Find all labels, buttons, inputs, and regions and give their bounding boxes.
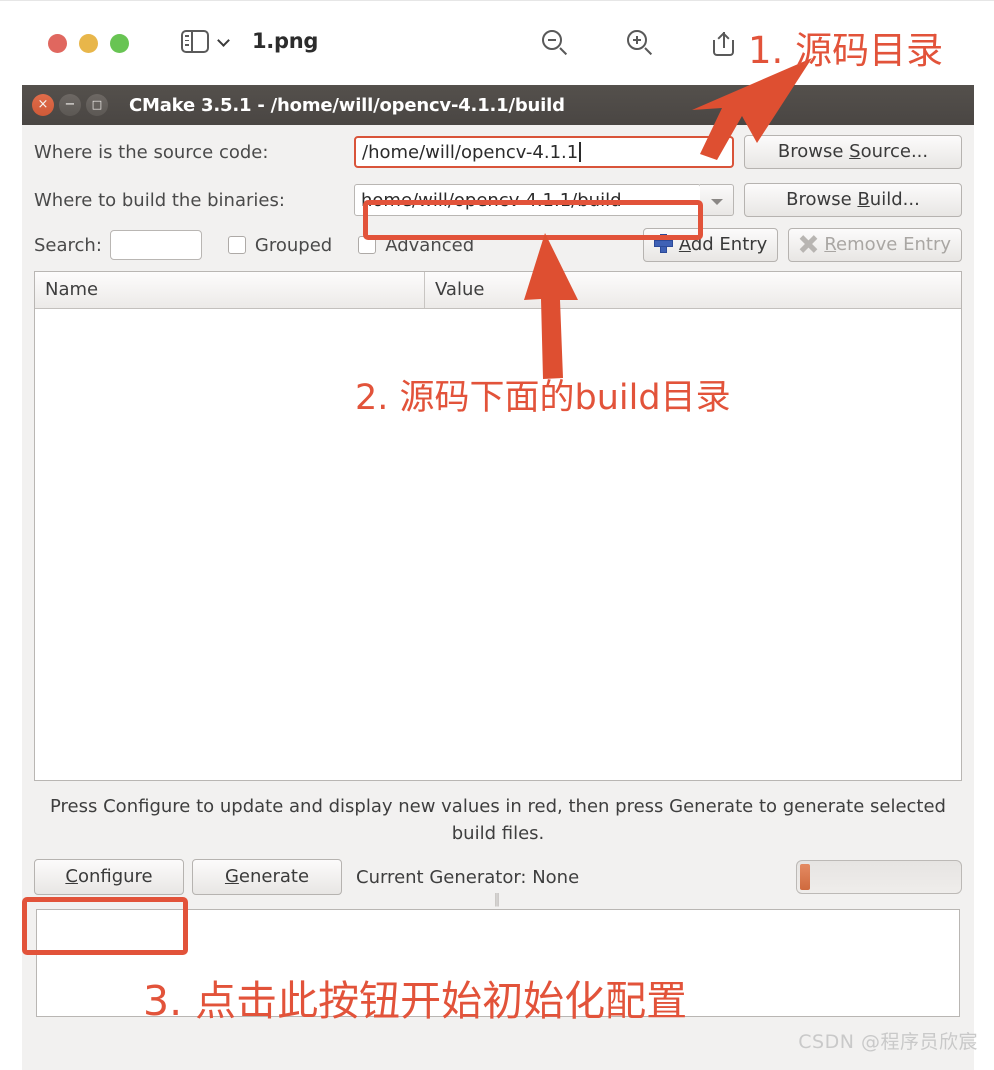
cmake-window-title: CMake 3.5.1 - /home/will/opencv-4.1.1/bu… [129, 94, 565, 116]
build-path-row: Where to build the binaries: home/will/o… [34, 179, 962, 221]
advanced-label: Advanced [385, 234, 475, 256]
configure-label: onfigure [77, 866, 153, 887]
window-maximize-glyph: □ [91, 98, 103, 111]
browse-build-label-pre: Browse [786, 189, 858, 210]
share-shape [713, 31, 734, 56]
source-path-row: Where is the source code: /home/will/ope… [34, 131, 962, 173]
build-path-label: Where to build the binaries: [34, 189, 285, 211]
generate-label: enerate [238, 866, 310, 887]
cmake-body: Where is the source code: /home/will/ope… [22, 131, 974, 909]
configure-button[interactable]: Configure [34, 859, 184, 895]
browse-build-mnemonic: B [857, 189, 870, 210]
magnifier-shape [542, 30, 562, 50]
x-icon [799, 235, 817, 253]
plus-icon [653, 234, 673, 253]
remove-entry-button[interactable]: Remove Entry [788, 228, 962, 262]
window-maximize-button[interactable]: □ [86, 94, 108, 116]
window-close-button[interactable]: × [32, 94, 54, 116]
zoom-out-icon[interactable] [540, 28, 572, 60]
output-log-pane[interactable] [36, 909, 960, 1017]
window-close-glyph: × [37, 97, 49, 112]
generate-button[interactable]: Generate [192, 859, 342, 895]
close-dot-icon[interactable] [48, 34, 67, 53]
search-input[interactable] [109, 230, 202, 260]
magnifier-shape [627, 30, 647, 50]
csdn-watermark: CSDN @程序员欣宸 [798, 1031, 978, 1053]
build-path-dropdown-icon[interactable] [700, 184, 734, 216]
browse-source-label-pre: Browse [777, 141, 850, 162]
sidebar-ticks [185, 35, 189, 49]
zoom-dot-icon[interactable] [110, 34, 129, 53]
search-toolbar-row: Search: Grouped Advanced Add Entry Remov… [34, 225, 962, 265]
source-path-input[interactable]: /home/will/opencv-4.1.1 [354, 136, 734, 168]
share-icon[interactable] [708, 28, 740, 60]
generate-mnemonic: G [224, 866, 239, 887]
build-path-value: home/will/opencv-4.1.1/build [361, 189, 622, 211]
add-entry-label: dd Entry [690, 234, 768, 255]
grouped-checkbox[interactable] [227, 236, 246, 254]
advanced-checkbox[interactable] [358, 236, 377, 254]
column-header-name[interactable]: Name [35, 272, 425, 308]
splitter-grip[interactable]: ‖ [34, 893, 962, 909]
configure-mnemonic: C [65, 866, 78, 887]
browse-source-label-post: ource... [860, 141, 929, 162]
configure-hint-text: Press Configure to update and display ne… [50, 796, 946, 844]
zoom-in-icon[interactable] [625, 28, 657, 60]
window-minimize-button[interactable]: − [59, 94, 81, 116]
table-header-row: Name Value [35, 272, 961, 309]
cmake-titlebar: × − □ CMake 3.5.1 - /home/will/opencv-4.… [22, 85, 974, 125]
advanced-checkbox-row[interactable]: Advanced [358, 235, 474, 256]
progress-bar-fill [800, 864, 810, 890]
preview-window-chrome: 1.png [0, 0, 994, 87]
text-caret [579, 142, 581, 162]
column-header-value[interactable]: Value [425, 272, 961, 308]
search-label: Search: [34, 234, 102, 256]
progress-bar [796, 860, 962, 894]
minimize-dot-icon[interactable] [79, 34, 98, 53]
browse-build-label-post: uild... [869, 189, 920, 210]
source-path-label: Where is the source code: [34, 141, 269, 163]
browse-build-button[interactable]: Browse Build... [744, 183, 962, 217]
remove-entry-mnemonic: R [824, 234, 837, 255]
traffic-lights [48, 34, 129, 53]
action-button-row: Configure Generate Current Generator: No… [34, 859, 962, 895]
sidebar-toggle-icon[interactable] [181, 30, 209, 53]
grouped-label: Grouped [254, 234, 333, 256]
browse-source-button[interactable]: Browse Source... [744, 135, 962, 169]
cmake-window: × − □ CMake 3.5.1 - /home/will/opencv-4.… [22, 85, 974, 1070]
cache-variables-table[interactable]: Name Value [34, 271, 962, 781]
add-entry-button[interactable]: Add Entry [642, 228, 779, 262]
chevron-down-icon[interactable] [219, 36, 230, 47]
current-generator-label: Current Generator: None [356, 866, 580, 888]
window-minimize-glyph: − [64, 97, 76, 112]
remove-entry-label: emove Entry [836, 234, 951, 255]
add-entry-mnemonic: A [678, 234, 691, 255]
table-body[interactable] [35, 309, 961, 780]
page-title: 1.png [252, 29, 319, 53]
source-path-value: /home/will/opencv-4.1.1 [362, 141, 579, 163]
build-path-input[interactable]: home/will/opencv-4.1.1/build [354, 184, 701, 216]
browse-source-mnemonic: S [849, 141, 861, 162]
grouped-checkbox-row[interactable]: Grouped [227, 234, 333, 256]
